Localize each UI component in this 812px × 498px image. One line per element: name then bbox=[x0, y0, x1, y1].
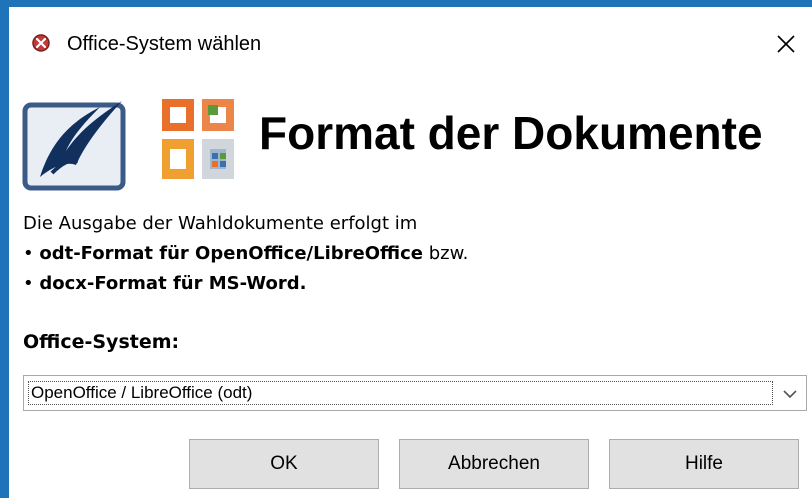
dialog-window: Office-System wählen Format der Dokument… bbox=[9, 7, 812, 498]
office-system-label: Office-System: bbox=[23, 331, 180, 353]
office-system-select[interactable]: OpenOffice / LibreOffice (odt) bbox=[23, 375, 807, 411]
window-frame-left bbox=[0, 0, 9, 498]
ok-button[interactable]: OK bbox=[189, 439, 379, 489]
window-frame-top bbox=[0, 0, 812, 7]
help-button[interactable]: Hilfe bbox=[609, 439, 799, 489]
window-title: Office-System wählen bbox=[67, 33, 262, 55]
description-line: Die Ausgabe der Wahldokumente erfolgt im bbox=[23, 213, 418, 234]
description-bullet-docx: • docx-Format für MS-Word. bbox=[23, 273, 307, 294]
description-bullet-odt: • odt-Format für OpenOffice/LibreOffice … bbox=[23, 243, 469, 264]
office-system-select-value[interactable]: OpenOffice / LibreOffice (odt) bbox=[28, 381, 773, 405]
openoffice-logo-icon bbox=[22, 93, 142, 191]
ms-office-logo-icon bbox=[148, 87, 248, 193]
close-icon bbox=[777, 35, 795, 53]
cancel-button[interactable]: Abbrechen bbox=[399, 439, 589, 489]
page-heading: Format der Dokumente bbox=[259, 107, 763, 159]
close-button[interactable] bbox=[766, 29, 806, 59]
chevron-down-icon[interactable] bbox=[780, 385, 800, 403]
app-icon bbox=[31, 33, 51, 53]
title-bar[interactable]: Office-System wählen bbox=[9, 7, 812, 75]
